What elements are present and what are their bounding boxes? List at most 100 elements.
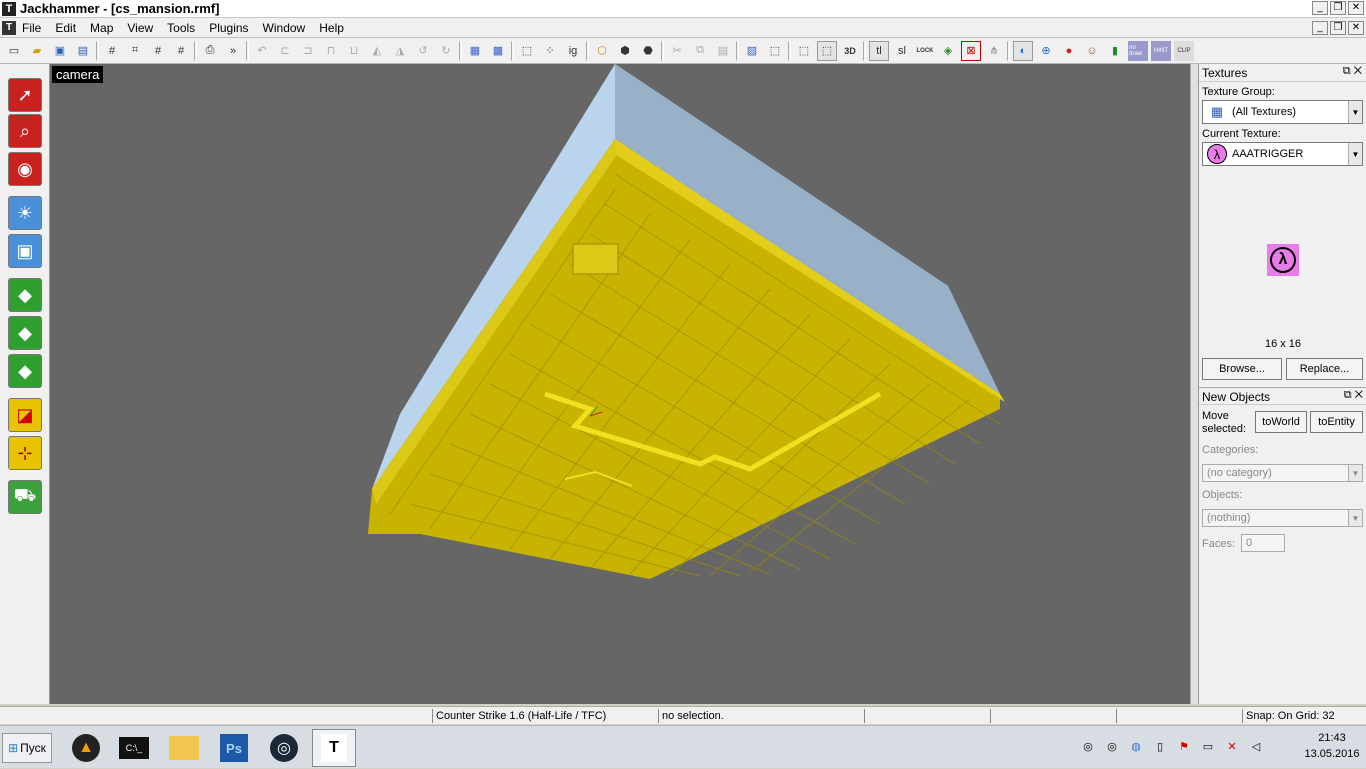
selection-tool-icon[interactable]: ➚ [8, 78, 42, 112]
device-tray-icon[interactable]: ▯ [1152, 740, 1168, 754]
texture-tool-icon[interactable]: ◆ [8, 278, 42, 312]
align-left-icon[interactable]: ⊏ [275, 41, 295, 61]
categories-select[interactable]: (no category) ▼ [1202, 464, 1363, 482]
print-icon[interactable]: ⎙ [200, 41, 220, 61]
entity-view-icon[interactable]: ☺ [1082, 41, 1102, 61]
copy-icon[interactable]: ⧉ [690, 41, 710, 61]
texture-lock-button[interactable]: tl [869, 40, 889, 61]
menu-tools[interactable]: Tools [167, 21, 195, 35]
hint-toggle[interactable]: HINT [1151, 40, 1171, 61]
browse-button[interactable]: Browse... [1202, 358, 1282, 380]
taskbar-steam-icon[interactable]: ◎ [262, 729, 306, 767]
cut-icon[interactable]: ✂ [667, 41, 687, 61]
flag-tray-icon[interactable]: ⚑ [1176, 740, 1192, 754]
close-panel-icon[interactable]: ✕ [1354, 65, 1362, 77]
to-entity-button[interactable]: toEntity [1310, 411, 1363, 433]
save-icon[interactable]: ▣ [50, 41, 70, 61]
show-all-icon[interactable]: ⬣ [638, 41, 658, 61]
network-tray-icon[interactable]: ◍ [1128, 740, 1144, 754]
align-top-icon[interactable]: ⊓ [321, 41, 341, 61]
grid-larger-icon[interactable]: # [171, 41, 191, 61]
float-panel-icon[interactable]: ⧉ [1343, 65, 1351, 77]
close-panel-icon[interactable]: ✕ [1355, 389, 1363, 401]
select-dots-icon[interactable]: ⁘ [540, 41, 560, 61]
network-off-tray-icon[interactable]: ✕ [1224, 740, 1240, 754]
menu-window[interactable]: Window [263, 21, 306, 35]
flip-h-icon[interactable]: ◭ [367, 41, 387, 61]
camera-view-icon[interactable]: ◐ [1013, 40, 1033, 61]
select-box-icon[interactable]: ⬚ [517, 41, 537, 61]
replace-button[interactable]: Replace... [1286, 358, 1363, 380]
block-tool-icon[interactable]: ▣ [8, 234, 42, 268]
clip-toggle[interactable]: CLIP [1174, 40, 1194, 61]
model-view-icon[interactable]: ● [1059, 41, 1079, 61]
steam-tray-icon[interactable]: ◎ [1104, 740, 1120, 754]
path-tool-icon[interactable]: ⛟ [8, 480, 42, 514]
view-3d-icon[interactable]: 3D [840, 41, 860, 61]
group-icon[interactable]: ▦ [465, 41, 485, 61]
close-button[interactable]: ✕ [1348, 1, 1364, 15]
minimize-button[interactable]: _ [1312, 1, 1328, 15]
ignore-groups-button[interactable]: ig [563, 41, 583, 61]
save-all-icon[interactable]: ▤ [73, 41, 93, 61]
entity-icon[interactable]: ◈ [938, 41, 958, 61]
grid-3d-icon[interactable]: ⌗ [125, 41, 145, 61]
objects-select[interactable]: (nothing) ▼ [1202, 509, 1363, 527]
menu-view[interactable]: View [127, 21, 153, 35]
texture-lock-icon[interactable]: ▨ [742, 41, 762, 61]
nodraw-toggle[interactable]: no draw [1128, 40, 1148, 61]
hide-selection-icon[interactable]: ⬡ [592, 41, 612, 61]
entity-tool-icon[interactable]: ☀ [8, 196, 42, 230]
taskbar-jackhammer-icon[interactable]: T [312, 729, 356, 767]
vertex-tool-icon[interactable]: ⋔ [984, 41, 1004, 61]
toolbar-overflow-button[interactable]: » [223, 41, 243, 61]
compass-icon[interactable]: ⊕ [1036, 41, 1056, 61]
flip-v-icon[interactable]: ◮ [390, 41, 410, 61]
taskbar-clock[interactable]: 21:43 13.05.2016 [1302, 730, 1362, 762]
texture-group-select[interactable]: ▦ (All Textures) ▼ [1202, 100, 1363, 124]
map-info-icon[interactable]: ▮ [1105, 41, 1125, 61]
menu-file[interactable]: File [22, 21, 41, 35]
menu-edit[interactable]: Edit [55, 21, 76, 35]
select-mode-icon[interactable]: ⬚ [817, 40, 837, 61]
select-2d-icon[interactable]: ⬚ [794, 41, 814, 61]
faces-stepper[interactable]: 0 [1241, 534, 1285, 552]
chevron-down-icon[interactable]: ▼ [1348, 143, 1362, 165]
current-texture-select[interactable]: λ AAATRIGGER ▼ [1202, 142, 1363, 166]
align-bottom-icon[interactable]: ⊔ [344, 41, 364, 61]
decal-tool-icon[interactable]: ◆ [8, 354, 42, 388]
rotate-right-icon[interactable]: ↻ [436, 41, 456, 61]
volume-tray-icon[interactable]: ◁ [1248, 740, 1264, 754]
apply-texture-icon[interactable]: ◆ [8, 316, 42, 350]
lock-button[interactable]: LOCK [915, 41, 935, 61]
menu-map[interactable]: Map [90, 21, 113, 35]
taskbar-explorer-icon[interactable] [162, 729, 206, 767]
bounding-box-icon[interactable]: ⬚ [765, 41, 785, 61]
chevron-down-icon[interactable]: ▼ [1348, 465, 1362, 481]
menu-plugins[interactable]: Plugins [209, 21, 248, 35]
menu-help[interactable]: Help [319, 21, 344, 35]
camera-viewport[interactable]: camera [50, 64, 1190, 704]
new-file-icon[interactable]: ▭ [4, 41, 24, 61]
doc-close-button[interactable]: ✕ [1348, 21, 1364, 35]
rotate-left-icon[interactable]: ↺ [413, 41, 433, 61]
vertex-tool-icon[interactable]: ⊹ [8, 436, 42, 470]
taskbar-cmd-icon[interactable]: C:\_ [112, 729, 156, 767]
doc-minimize-button[interactable]: _ [1312, 21, 1328, 35]
taskbar-photoshop-icon[interactable]: Ps [212, 729, 256, 767]
clip-tool-icon[interactable]: ◪ [8, 398, 42, 432]
camera-tool-icon[interactable]: ◉ [8, 152, 42, 186]
hide-unselected-icon[interactable]: ⬢ [615, 41, 635, 61]
chevron-down-icon[interactable]: ▼ [1348, 510, 1362, 526]
ungroup-icon[interactable]: ▩ [488, 41, 508, 61]
taskbar-app-icon[interactable]: ▲ [64, 729, 108, 767]
grid-icon[interactable]: # [102, 41, 122, 61]
doc-restore-button[interactable]: ❐ [1330, 21, 1346, 35]
float-panel-icon[interactable]: ⧉ [1344, 389, 1352, 401]
scale-lock-button[interactable]: sl [892, 41, 912, 61]
chevron-down-icon[interactable]: ▼ [1348, 101, 1362, 123]
open-folder-icon[interactable]: ▰ [27, 41, 47, 61]
carve-icon[interactable]: ⊠ [961, 40, 981, 61]
paste-icon[interactable]: ▤ [713, 41, 733, 61]
align-right-icon[interactable]: ⊐ [298, 41, 318, 61]
